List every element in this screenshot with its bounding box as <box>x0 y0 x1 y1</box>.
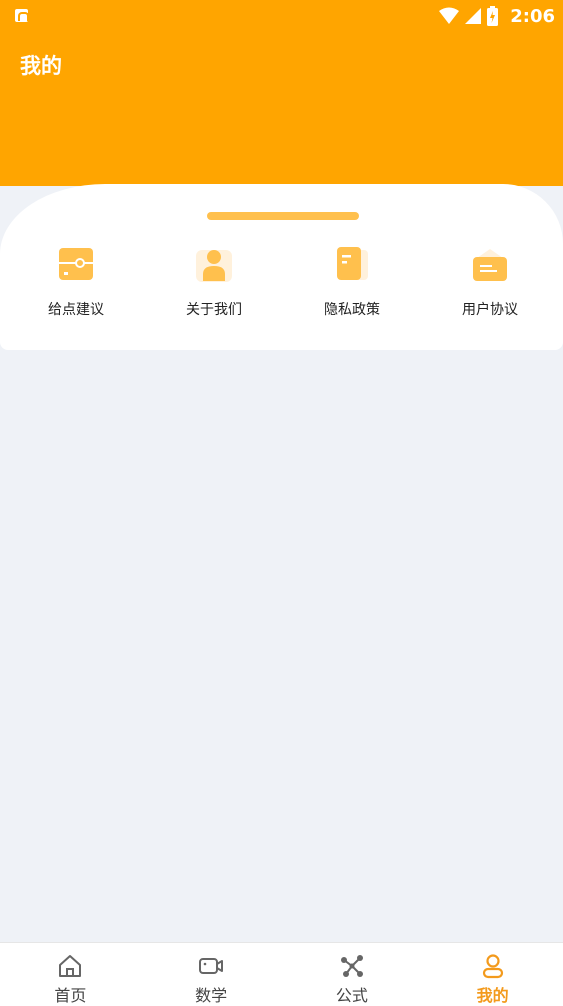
page-title: 我的 <box>20 54 62 78</box>
menu-item-privacy[interactable]: 隐私政策 <box>283 246 421 319</box>
tab-mine[interactable]: 我的 <box>422 943 563 1006</box>
feedback-icon <box>59 248 93 280</box>
status-icons: 2:06 <box>439 5 555 27</box>
status-bar: 2:06 <box>0 0 563 32</box>
video-icon <box>199 958 224 974</box>
card-handle <box>207 212 359 220</box>
tab-label: 首页 <box>54 986 87 1005</box>
privacy-policy-icon <box>337 247 368 280</box>
tab-formula[interactable]: 公式 <box>282 943 423 1006</box>
tab-label: 公式 <box>335 986 368 1005</box>
formula-icon <box>340 955 363 977</box>
menu-item-label: 隐私政策 <box>324 302 380 318</box>
tab-home[interactable]: 首页 <box>0 943 141 1006</box>
tab-math[interactable]: 数学 <box>141 943 282 1006</box>
bottom-tab-bar: 首页 数学 公式 我的 <box>0 942 563 1006</box>
menu-card: 给点建议 关于我们 隐私政策 用户协议 <box>0 184 563 350</box>
user-agreement-icon <box>473 249 507 281</box>
home-icon <box>59 955 82 977</box>
wifi-icon <box>439 7 460 24</box>
menu-row: 给点建议 关于我们 隐私政策 用户协议 <box>0 246 563 319</box>
battery-icon <box>487 6 499 26</box>
about-us-icon <box>196 250 232 282</box>
app-store-icon <box>15 9 29 22</box>
signal-icon <box>465 8 482 24</box>
menu-item-label: 用户协议 <box>462 302 518 318</box>
menu-item-about[interactable]: 关于我们 <box>145 246 283 319</box>
page-header: 我的 <box>0 32 563 186</box>
menu-item-feedback[interactable]: 给点建议 <box>7 246 145 319</box>
tab-label: 数学 <box>195 986 228 1005</box>
profile-icon <box>482 954 503 979</box>
menu-item-label: 给点建议 <box>48 302 104 318</box>
status-time: 2:06 <box>510 5 555 27</box>
menu-item-label: 关于我们 <box>186 302 242 318</box>
menu-item-agreement[interactable]: 用户协议 <box>421 246 559 319</box>
tab-label: 我的 <box>476 986 509 1005</box>
